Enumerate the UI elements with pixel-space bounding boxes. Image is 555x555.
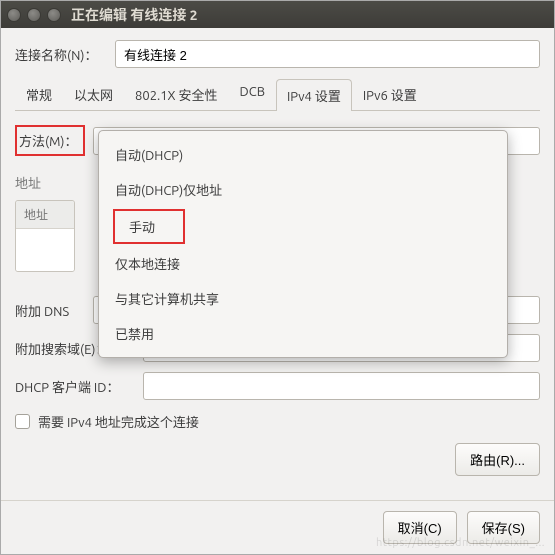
- titlebar: 正在编辑 有线连接 2: [1, 1, 554, 28]
- connection-name-row: 连接名称(N)：: [15, 40, 540, 68]
- tab-general[interactable]: 常规: [15, 78, 63, 110]
- address-table: 地址: [15, 200, 75, 272]
- connection-name-label: 连接名称(N)：: [15, 45, 115, 64]
- window-title: 正在编辑 有线连接 2: [71, 5, 198, 25]
- maximize-icon[interactable]: [47, 8, 61, 22]
- dns-label: 附加 DNS: [15, 301, 93, 320]
- dhcp-client-input[interactable]: [143, 372, 540, 400]
- menu-item-auto-dhcp[interactable]: 自动(DHCP): [99, 137, 507, 172]
- dhcp-client-row: DHCP 客户端 ID：: [15, 372, 540, 400]
- cancel-button[interactable]: 取消(C): [383, 511, 457, 544]
- menu-item-link-local[interactable]: 仅本地连接: [99, 246, 507, 281]
- tab-ethernet[interactable]: 以太网: [63, 78, 124, 110]
- tab-ipv6[interactable]: IPv6 设置: [352, 78, 428, 110]
- menu-item-manual[interactable]: 手动: [113, 209, 185, 244]
- routes-row: 路由(R)...: [15, 443, 540, 476]
- routes-button[interactable]: 路由(R)...: [455, 443, 540, 476]
- close-icon[interactable]: [7, 8, 21, 22]
- window-controls: [7, 8, 61, 22]
- require-ipv4-checkbox[interactable]: [15, 414, 30, 429]
- menu-item-disabled[interactable]: 已禁用: [99, 316, 507, 351]
- footer: 取消(C) 保存(S): [1, 500, 554, 554]
- menu-item-auto-dhcp-addr[interactable]: 自动(DHCP)仅地址: [99, 172, 507, 207]
- require-ipv4-label: 需要 IPv4 地址完成这个连接: [38, 412, 199, 431]
- require-ipv4-row: 需要 IPv4 地址完成这个连接: [15, 412, 540, 431]
- method-label: 方法(M)：: [15, 125, 85, 156]
- window: 正在编辑 有线连接 2 连接名称(N)： 常规 以太网 802.1X 安全性 D…: [0, 0, 555, 555]
- address-table-body[interactable]: [16, 229, 74, 271]
- address-column-header: 地址: [16, 201, 74, 229]
- tab-8021x[interactable]: 802.1X 安全性: [124, 78, 229, 110]
- method-dropdown-menu: 自动(DHCP) 自动(DHCP)仅地址 手动 仅本地连接 与其它计算机共享 已…: [98, 130, 508, 358]
- minimize-icon[interactable]: [27, 8, 41, 22]
- tab-ipv4[interactable]: IPv4 设置: [276, 79, 352, 111]
- connection-name-input[interactable]: [115, 40, 540, 68]
- menu-item-shared[interactable]: 与其它计算机共享: [99, 281, 507, 316]
- tabs: 常规 以太网 802.1X 安全性 DCB IPv4 设置 IPv6 设置: [15, 78, 540, 111]
- tab-dcb[interactable]: DCB: [229, 78, 276, 110]
- dhcp-client-label: DHCP 客户端 ID：: [15, 377, 143, 396]
- save-button[interactable]: 保存(S): [467, 511, 540, 544]
